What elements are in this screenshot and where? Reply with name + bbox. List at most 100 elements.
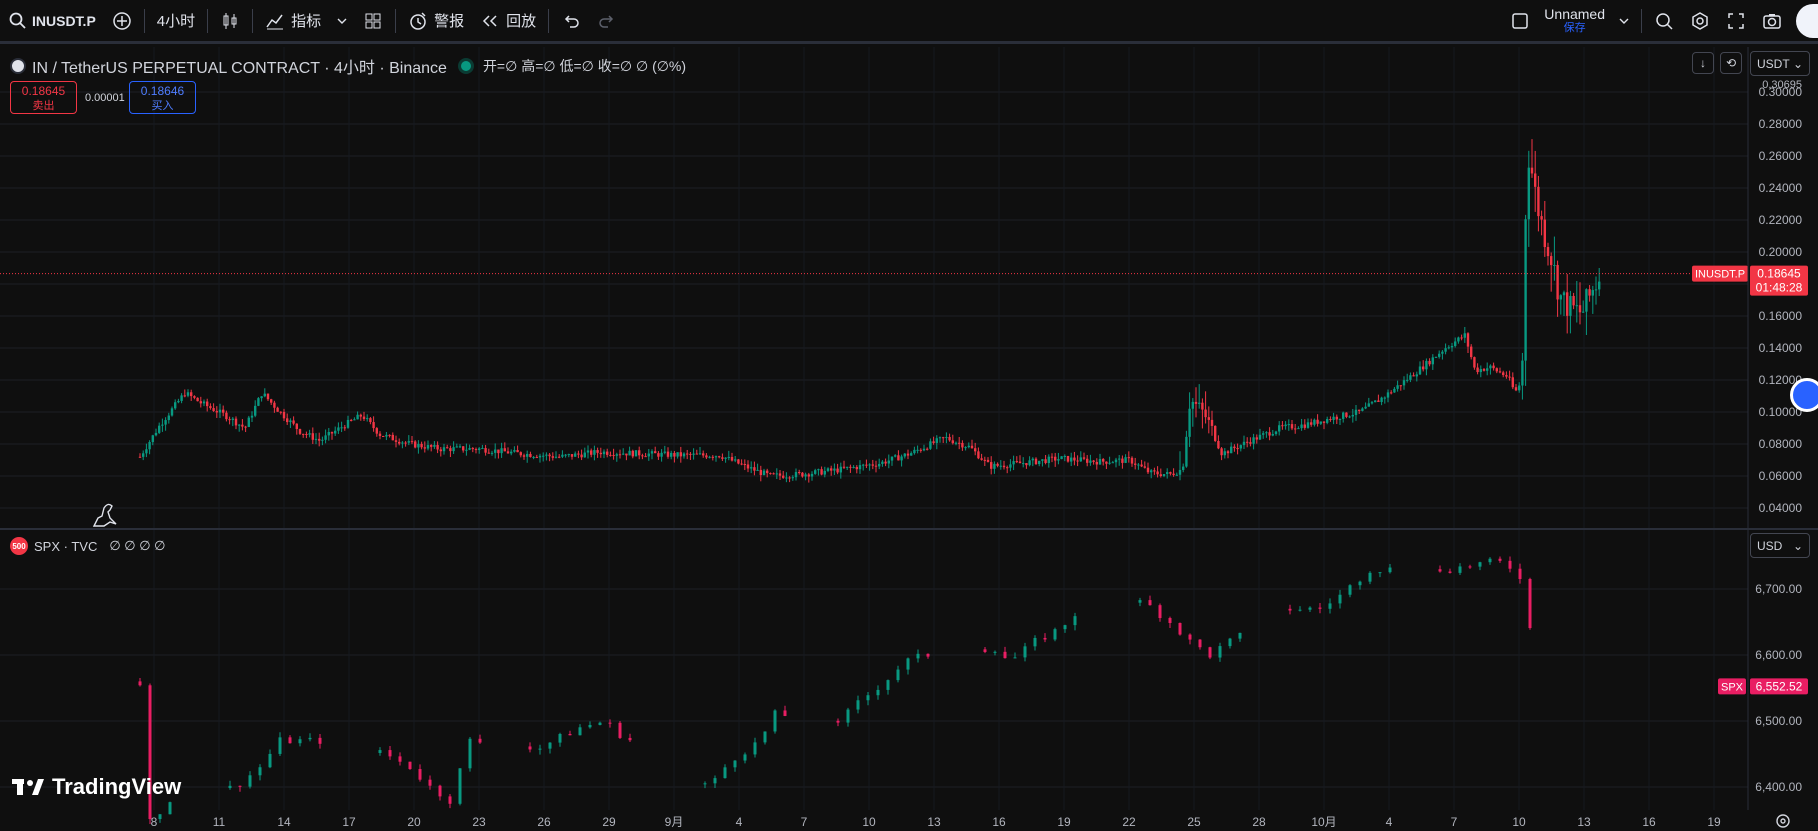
- candle-body: [1124, 457, 1127, 463]
- top-price-label: 0.30695: [1762, 79, 1802, 91]
- candle-body: [801, 472, 804, 477]
- time-tick: 14: [277, 815, 291, 829]
- candle-body: [1566, 292, 1569, 316]
- candle-body: [1009, 464, 1012, 468]
- candle-body: [1594, 289, 1598, 291]
- buy-label: 买入: [151, 100, 174, 112]
- download-button[interactable]: ↓: [1692, 52, 1714, 74]
- candle-body: [849, 466, 852, 468]
- candle-body: [961, 442, 964, 448]
- candle-body: [321, 439, 324, 441]
- candle-body: [426, 445, 430, 449]
- candle-body: [1127, 457, 1130, 459]
- candle-body: [1255, 437, 1258, 440]
- candle-body: [954, 442, 958, 444]
- candle-body: [423, 447, 426, 449]
- candle-body: [714, 456, 718, 458]
- candle-body: [1172, 473, 1175, 476]
- price-axes: 0.300000.280000.260000.240000.220000.200…: [1692, 79, 1808, 794]
- candle-body: [753, 467, 756, 471]
- spx-body: [1148, 600, 1152, 606]
- candle-body: [334, 430, 337, 434]
- candle-body: [1047, 456, 1050, 464]
- candle-body: [596, 450, 599, 453]
- candle-body: [910, 453, 913, 456]
- currency-select[interactable]: USDT ⌄: [1750, 51, 1810, 76]
- candle-body: [270, 399, 273, 403]
- candle-body: [1137, 464, 1140, 466]
- chart-canvas[interactable]: 0.300000.280000.260000.240000.220000.200…: [0, 0, 1818, 831]
- spx-body: [753, 742, 757, 755]
- candle-body: [1233, 446, 1236, 449]
- candle-body: [1207, 417, 1210, 420]
- candle-body: [378, 433, 382, 436]
- spx-body: [886, 680, 890, 690]
- time-tick: 7: [1451, 815, 1458, 829]
- candle-body: [807, 474, 810, 477]
- sync-button[interactable]: ⟲: [1720, 52, 1742, 74]
- candle-body: [391, 434, 394, 441]
- candle-body: [1252, 437, 1255, 444]
- candle-body: [1102, 458, 1105, 462]
- spx-body: [1388, 567, 1392, 573]
- market-status-icon[interactable]: [460, 61, 471, 71]
- spx-body: [743, 754, 747, 761]
- candle-body: [228, 419, 231, 421]
- candle-body: [1066, 455, 1070, 462]
- spx-body: [1378, 572, 1382, 574]
- candle-body: [148, 442, 151, 450]
- pane-divider[interactable]: [0, 528, 1818, 530]
- candle-body: [359, 414, 362, 417]
- candle-body: [689, 453, 692, 455]
- scale-settings-icon[interactable]: [1774, 812, 1792, 830]
- candle-body: [266, 393, 270, 400]
- candle-body: [618, 454, 622, 456]
- candle-body: [1025, 463, 1028, 466]
- candle-body: [951, 440, 954, 444]
- candle-body: [330, 432, 334, 434]
- candle-body: [340, 427, 343, 429]
- candle-body: [1415, 374, 1418, 377]
- sell-label: 卖出: [32, 100, 55, 112]
- candle-body: [366, 418, 369, 420]
- candle-body: [1300, 424, 1303, 429]
- time-tick: 23: [472, 815, 486, 829]
- spx-body: [248, 775, 252, 787]
- spx-currency-select[interactable]: USD ⌄: [1750, 533, 1810, 558]
- candle-body: [1082, 457, 1086, 459]
- candle-body: [1262, 433, 1265, 435]
- candle-body: [1463, 333, 1466, 338]
- last-price-tag: 0.18645: [1757, 267, 1801, 281]
- candle-body: [1342, 412, 1345, 419]
- spx-body: [1318, 607, 1322, 609]
- spx-body: [288, 737, 292, 744]
- candle-body: [1412, 375, 1415, 377]
- candle-body: [1274, 431, 1278, 435]
- candle-body: [750, 467, 753, 469]
- candle-body: [980, 458, 983, 460]
- candle-body: [631, 450, 634, 457]
- candle-body: [375, 428, 378, 434]
- spx-body: [628, 737, 632, 741]
- time-tick: 28: [1252, 815, 1266, 829]
- candle-body: [1559, 295, 1562, 300]
- candle-body: [1591, 290, 1594, 296]
- countdown-tag: 01:48:28: [1756, 281, 1803, 295]
- floating-chat-button[interactable]: [1790, 378, 1818, 412]
- candle-body: [833, 468, 836, 471]
- dinosaur-icon[interactable]: [90, 500, 120, 528]
- candle-body: [1210, 419, 1214, 426]
- candle-body: [1178, 469, 1182, 475]
- candle-body: [1364, 406, 1367, 409]
- candle-body: [1050, 456, 1054, 458]
- candle-body: [222, 409, 225, 413]
- tradingview-logo[interactable]: TradingView: [12, 774, 181, 800]
- candle-body: [308, 433, 311, 435]
- candle-body: [1281, 425, 1284, 427]
- buy-button[interactable]: 0.18646 买入: [129, 81, 196, 114]
- main-title: IN / TetherUS PERPETUAL CONTRACT · 4小时 ·…: [32, 60, 447, 77]
- candle-body: [804, 474, 807, 477]
- candle-body: [1118, 458, 1121, 460]
- sell-button[interactable]: 0.18645 卖出: [10, 81, 77, 114]
- spx-body: [458, 768, 462, 804]
